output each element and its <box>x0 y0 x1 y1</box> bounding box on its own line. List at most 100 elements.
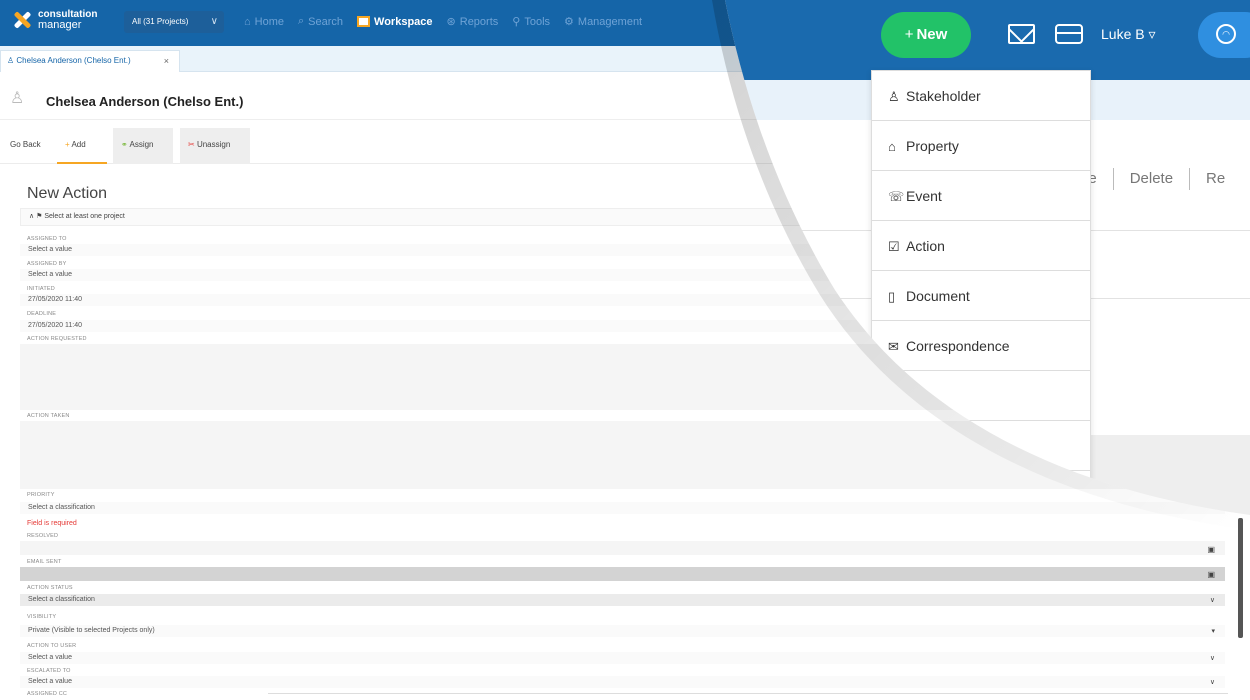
escalated-to-label: ESCALATED TO <box>27 668 71 674</box>
email-sent-field <box>20 567 1225 581</box>
action-to-user-label: ACTION TO USER <box>27 643 77 649</box>
nav-tools[interactable]: ⚲ Tools <box>512 15 551 29</box>
menu-item-label: Correspondence <box>906 338 1010 354</box>
email-sent-label: EMAIL SENT <box>27 559 62 565</box>
priority-label: PRIORITY <box>27 492 55 498</box>
person-icon: ♙ <box>7 56 17 65</box>
go-back-button[interactable]: Go Back <box>2 128 49 164</box>
nav-reports-label: Reports <box>459 15 499 28</box>
close-icon[interactable]: × <box>164 51 169 71</box>
nav-management[interactable]: ⚙ Management <box>564 15 643 29</box>
logo-mark-icon <box>12 10 32 30</box>
project-notice-text: Select at least one project <box>44 213 125 220</box>
menu-item-stakeholder[interactable]: ♙ Stakeholder <box>872 71 1090 121</box>
add-label: Add <box>71 140 86 149</box>
tab-label: Chelsea Anderson (Chelso Ent.) <box>16 56 131 65</box>
assigned-by-label: ASSIGNED BY <box>27 261 67 267</box>
form-scrollbar[interactable] <box>1238 518 1243 638</box>
user-name: Luke B <box>1101 26 1145 42</box>
project-selector-value: All (31 Projects) <box>132 17 189 26</box>
nav-search-label: Search <box>308 15 344 28</box>
new-button[interactable]: + New <box>881 12 971 58</box>
priority-select[interactable]: Select a classification <box>20 502 1225 514</box>
chevron-down-icon: ▿ <box>1148 26 1156 42</box>
house-icon: ⌂ <box>888 139 896 154</box>
add-button[interactable]: + Add <box>57 128 107 164</box>
menu-item-event[interactable]: ☏ Event <box>872 171 1090 221</box>
nav-tools-label: Tools <box>524 15 551 28</box>
menu-item-label: Property <box>906 138 959 154</box>
headset-icon: ◠ <box>1216 24 1236 44</box>
mail-icon[interactable] <box>1008 24 1035 44</box>
go-back-label: Go Back <box>10 140 41 149</box>
home-icon: ⌂ <box>244 15 251 28</box>
assign-button[interactable]: ⚭ Assign <box>113 128 173 164</box>
deadline-label: DEADLINE <box>27 311 57 317</box>
menu-item-label: Event <box>906 188 942 204</box>
person-icon: ♙ <box>888 89 900 104</box>
menu-item-label: Stakeholder <box>906 88 981 104</box>
unassign-button[interactable]: ✂ Unassign <box>180 128 250 164</box>
main-nav: ⌂ Home ⌕ Search Workspace ⊛ Reports ⚲ Tools … <box>244 15 642 28</box>
record-action-bar: neDeleteRe <box>1080 168 1225 190</box>
nav-workspace[interactable]: Workspace <box>357 15 433 28</box>
initiated-label: INITIATED <box>27 286 55 292</box>
menu-item-property[interactable]: ⌂ Property <box>872 121 1090 171</box>
form-title: New Action <box>27 185 108 202</box>
resolved-field[interactable] <box>20 541 1225 555</box>
unassign-label: Unassign <box>196 140 231 149</box>
person-icon: ♙ <box>10 90 25 107</box>
visibility-select[interactable]: Private (Visible to selected Projects on… <box>20 625 1225 637</box>
nav-search[interactable]: ⌕ Search <box>298 15 343 28</box>
plus-icon: + <box>904 26 914 43</box>
nav-home[interactable]: ⌂ Home <box>244 15 284 28</box>
action-taken-label: ACTION TAKEN <box>27 413 70 419</box>
menu-item-label: Document <box>906 288 970 304</box>
visibility-label: VISIBILITY <box>27 614 57 620</box>
divider <box>268 693 1228 694</box>
resolved-label: RESOLVED <box>27 533 59 539</box>
support-button[interactable]: ◠ <box>1198 12 1250 58</box>
chevron-down-icon: ∨ <box>210 16 218 27</box>
priority-error: Field is required <box>27 520 77 527</box>
tools-icon: ⚲ <box>512 16 521 28</box>
caret-down-icon: ▾ <box>1211 628 1215 635</box>
nav-reports[interactable]: ⊛ Reports <box>447 15 499 29</box>
search-icon: ⌕ <box>298 15 305 27</box>
nav-management-label: Management <box>577 15 643 28</box>
new-button-label: New <box>916 26 948 43</box>
menu-item-document[interactable]: ▯ Document <box>872 271 1090 321</box>
action-to-user-select[interactable]: Select a value <box>20 652 1225 664</box>
menu-item-action[interactable]: ☑ Action <box>872 221 1090 271</box>
project-selector[interactable]: All (31 Projects) ∨ <box>124 11 224 33</box>
logo-line-2: manager <box>38 19 82 31</box>
chevron-down-icon: ∨ <box>1209 679 1215 686</box>
chevron-down-icon: ∨ <box>1209 655 1215 662</box>
action-status-label: ACTION STATUS <box>27 585 73 591</box>
calendar-icon: ▣ <box>1207 570 1215 579</box>
calendar-icon[interactable]: ▣ <box>1207 545 1215 554</box>
workspace-icon <box>357 16 371 27</box>
assigned-cc-label: ASSIGNED CC <box>27 691 68 697</box>
partial-action-right[interactable]: Re <box>1206 170 1225 187</box>
menu-item-label: Action <box>906 238 945 254</box>
record-name: Chelsea Anderson (Chelso Ent.) <box>46 94 244 109</box>
tab-chelsea-anderson[interactable]: ♙ Chelsea Anderson (Chelso Ent.) × <box>0 50 180 72</box>
menu-item-correspondence[interactable]: ✉ Correspondence <box>872 321 1090 371</box>
delete-button[interactable]: Delete <box>1130 170 1173 187</box>
action-status-select[interactable]: Select a classification <box>20 594 1225 606</box>
gear-icon: ⚙ <box>564 16 574 28</box>
action-requested-label: ACTION REQUESTED <box>27 336 87 342</box>
user-menu[interactable]: Luke B ▿ <box>1101 26 1156 43</box>
nav-home-label: Home <box>254 15 284 28</box>
escalated-to-select[interactable]: Select a value <box>20 676 1225 688</box>
checkbox-icon: ☑ <box>888 239 900 254</box>
nav-workspace-label: Workspace <box>374 15 433 28</box>
chevron-down-icon: ∨ <box>1209 597 1215 604</box>
assigned-to-label: ASSIGNED TO <box>27 236 67 242</box>
document-icon: ▯ <box>888 289 896 304</box>
assign-label: Assign <box>129 140 154 149</box>
inbox-icon[interactable] <box>1055 24 1083 44</box>
app-logo[interactable]: consultation manager <box>12 10 97 31</box>
unlink-icon: ✂ <box>188 140 197 149</box>
